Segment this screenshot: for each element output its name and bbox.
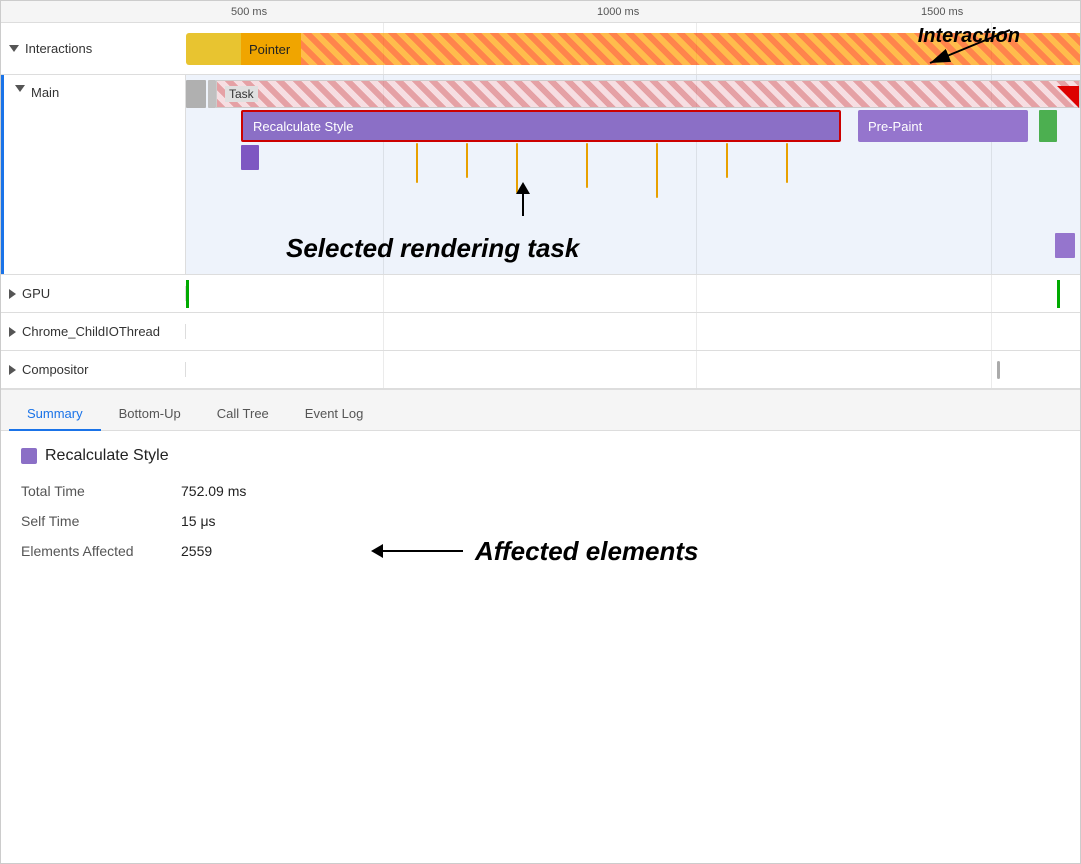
yellow-bar-4 — [586, 143, 588, 188]
compositor-label-text: Compositor — [22, 362, 88, 377]
gpu-vgrid-1000 — [696, 275, 697, 312]
rendering-annotation-text: Selected rendering task — [286, 233, 579, 263]
main-label: Main — [1, 75, 186, 274]
self-time-row: Self Time 15 μs — [21, 513, 1060, 529]
time-1500: 1500 ms — [921, 6, 963, 18]
summary-panel: Recalculate Style Total Time 752.09 ms S… — [1, 431, 1080, 589]
time-500: 500 ms — [231, 6, 267, 18]
tabs-bar: Summary Bottom-Up Call Tree Event Log — [1, 389, 1080, 431]
arrow-shaft — [522, 194, 524, 216]
main-track: Task Recalculate Style Pre-Paint — [186, 75, 1080, 274]
purple-block-left — [241, 145, 259, 170]
self-time-label: Self Time — [21, 513, 181, 529]
tab-call-tree[interactable]: Call Tree — [199, 398, 287, 431]
rendering-arrow — [516, 182, 530, 216]
yellow-bar-1 — [416, 143, 418, 183]
recalc-label: Recalculate Style — [253, 119, 353, 134]
main-collapse-icon[interactable] — [15, 85, 25, 92]
arrow-head-up — [516, 182, 530, 194]
compositor-track — [186, 351, 1080, 388]
gpu-vgrid-1500 — [991, 275, 992, 312]
interactions-track: Pointer Interaction — [186, 23, 1080, 74]
yellow-bar-7 — [786, 143, 788, 183]
chrome-child-label-text: Chrome_ChildIOThread — [22, 324, 160, 339]
interaction-annotation-text: Interaction — [918, 25, 1020, 48]
task-label: Task — [225, 86, 258, 102]
summary-title-text: Recalculate Style — [45, 447, 169, 465]
chrome-child-label: Chrome_ChildIOThread — [1, 324, 186, 339]
time-ruler: 500 ms 1000 ms 1500 ms — [1, 1, 1080, 23]
elements-affected-label: Elements Affected — [21, 543, 181, 559]
tab-summary[interactable]: Summary — [9, 398, 101, 431]
total-time-value: 752.09 ms — [181, 483, 246, 499]
red-triangle — [1057, 86, 1079, 108]
interaction-annotation: Interaction — [900, 25, 1020, 71]
blue-indicator — [1, 75, 4, 274]
total-time-row: Total Time 752.09 ms — [21, 483, 1060, 499]
yellow-bar-5 — [656, 143, 658, 198]
elements-affected-row: Elements Affected 2559 Affected elements — [21, 543, 1060, 559]
interactions-label: Interactions — [1, 41, 186, 56]
gpu-row: GPU — [1, 275, 1080, 313]
gpu-label-text: GPU — [22, 286, 50, 301]
task-bar[interactable]: Task — [216, 80, 1080, 108]
main-row: Main Task Recalculate Style Pre-Paint — [1, 75, 1080, 275]
gray-block-2 — [208, 80, 216, 108]
chrome-child-track — [186, 313, 1080, 350]
gray-block-1 — [186, 80, 206, 108]
yellow-bar-6 — [726, 143, 728, 178]
total-time-label: Total Time — [21, 483, 181, 499]
affected-arrow-line — [383, 550, 463, 552]
timeline-section: 500 ms 1000 ms 1500 ms Interactions Poin… — [1, 1, 1080, 389]
recalculate-style-bar[interactable]: Recalculate Style — [241, 110, 841, 142]
self-time-value: 15 μs — [181, 513, 216, 529]
purple-block-right — [1055, 233, 1075, 258]
gpu-green-1 — [186, 280, 189, 308]
compositor-row: Compositor — [1, 351, 1080, 389]
gpu-label: GPU — [1, 286, 186, 301]
yellow-bar-2 — [466, 143, 468, 178]
summary-color-icon — [21, 448, 37, 464]
tab-bottom-up[interactable]: Bottom-Up — [101, 398, 199, 431]
pointer-label: Pointer — [241, 33, 301, 65]
time-1000: 1000 ms — [597, 6, 639, 18]
summary-title: Recalculate Style — [21, 447, 1060, 465]
prepaint-label: Pre-Paint — [868, 119, 922, 134]
interactions-row: Interactions Pointer — [1, 23, 1080, 75]
green-block — [1039, 110, 1057, 142]
chrome-child-expand-icon[interactable] — [9, 327, 16, 337]
gpu-expand-icon[interactable] — [9, 289, 16, 299]
gpu-track — [186, 275, 1080, 312]
gpu-green-2 — [1057, 280, 1060, 308]
pointer-yellow-block — [186, 33, 241, 65]
tab-event-log[interactable]: Event Log — [287, 398, 382, 431]
chrome-child-row: Chrome_ChildIOThread — [1, 313, 1080, 351]
affected-annotation: Affected elements — [371, 536, 699, 567]
compositor-label: Compositor — [1, 362, 186, 377]
scroll-indicator — [997, 361, 1000, 379]
main-label-text: Main — [31, 85, 59, 100]
elements-affected-value: 2559 — [181, 543, 212, 559]
interactions-label-text: Interactions — [25, 41, 92, 56]
affected-arrow-head — [371, 544, 383, 558]
affected-arrow — [371, 544, 463, 558]
interactions-collapse-icon[interactable] — [9, 45, 19, 52]
gpu-vgrid-500 — [383, 275, 384, 312]
prepaint-bar[interactable]: Pre-Paint — [858, 110, 1028, 142]
compositor-expand-icon[interactable] — [9, 365, 16, 375]
pointer-block: Pointer — [186, 33, 301, 65]
rendering-annotation: Selected rendering task — [286, 233, 579, 264]
affected-annotation-text: Affected elements — [475, 536, 699, 567]
